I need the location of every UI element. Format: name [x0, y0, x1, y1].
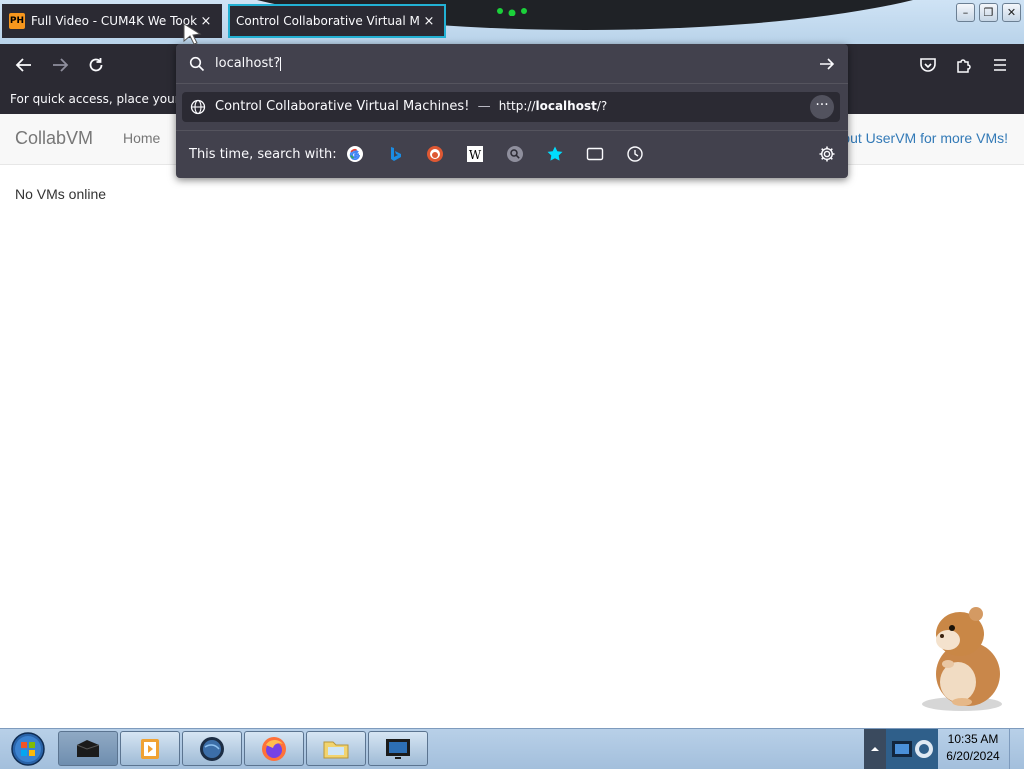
puzzle-icon — [957, 59, 971, 73]
history-icon — [627, 146, 643, 162]
bookmarks-icon — [547, 146, 563, 161]
taskbar-app-explorer[interactable] — [306, 731, 366, 766]
network-icon[interactable] — [886, 729, 938, 769]
clock-date: 6/20/2024 — [946, 749, 1000, 763]
text-caret — [280, 56, 282, 71]
dropdown-divider — [176, 130, 848, 131]
vm-status-text: No VMs online — [15, 186, 107, 202]
tab-title: Control Collaborative Virtual Machi — [236, 14, 420, 28]
black-box-app-icon — [76, 739, 100, 757]
globe-icon — [190, 99, 206, 115]
uservm-link[interactable]: out UserVM for more VMs! — [842, 130, 1008, 146]
hamster-mascot-image — [922, 607, 1002, 711]
search-icon — [189, 56, 205, 72]
menu-button[interactable] — [989, 54, 1011, 76]
duckduckgo-icon — [427, 146, 443, 162]
gear-icon — [819, 146, 835, 162]
taskbar-app-terminal[interactable] — [58, 731, 118, 766]
hamburger-menu-icon — [994, 59, 1006, 71]
suggestion-separator: — — [477, 99, 491, 114]
search-settings-button[interactable] — [816, 143, 838, 165]
taskbar-app-firefox[interactable] — [244, 731, 304, 766]
suggestion-title: Control Collaborative Virtual Machines! — [215, 99, 470, 114]
pocket-icon — [920, 58, 936, 72]
google-icon — [347, 146, 363, 162]
back-button[interactable] — [13, 54, 35, 76]
extensions-button[interactable] — [953, 54, 975, 76]
history-search-button[interactable] — [624, 143, 646, 165]
search-engine-icon — [507, 146, 523, 162]
google-search-button[interactable] — [344, 143, 366, 165]
bing-search-button[interactable] — [384, 143, 406, 165]
taskbar-app-remote-desktop[interactable] — [368, 731, 428, 766]
other-search-button[interactable] — [504, 143, 526, 165]
bookmarks-search-button[interactable] — [544, 143, 566, 165]
media-player-icon — [141, 738, 159, 759]
urlbar-dropdown: localhost? Control Collaborative Virtual… — [176, 44, 848, 178]
more-options-button[interactable]: ··· — [810, 95, 834, 119]
tray-overflow-button[interactable] — [864, 729, 886, 769]
url-input-value: localhost? — [215, 56, 281, 71]
go-arrow-icon[interactable] — [818, 56, 836, 72]
tabs-search-button[interactable] — [584, 143, 606, 165]
tabs-icon — [586, 147, 604, 161]
clock-time: 10:35 AM — [947, 732, 999, 746]
taskbar-clock[interactable]: 10:35 AM 6/20/2024 — [938, 731, 1008, 767]
dark-globe-app-icon — [200, 736, 224, 761]
folder-icon — [323, 741, 349, 758]
forward-arrow-icon — [53, 58, 69, 72]
restore-button[interactable]: ❐ — [979, 3, 998, 22]
search-with-label: This time, search with: — [189, 147, 337, 162]
ph-site-icon: PH — [9, 13, 25, 29]
tab-strip: PH Full Video - CUM4K We Took C × Contro… — [0, 0, 1024, 44]
windows-start-icon — [11, 732, 45, 766]
url-suggestion-row[interactable]: Control Collaborative Virtual Machines! … — [182, 92, 840, 122]
chevron-up-icon — [871, 747, 879, 751]
suggestion-url-suffix: /? — [596, 99, 608, 113]
back-arrow-icon — [15, 58, 31, 72]
taskbar: 10:35 AM 6/20/2024 — [0, 728, 1024, 769]
close-window-button[interactable]: ✕ — [1002, 3, 1021, 22]
wikipedia-search-button[interactable]: W — [464, 143, 486, 165]
duckduckgo-search-button[interactable] — [424, 143, 446, 165]
show-desktop-button[interactable] — [1009, 729, 1024, 769]
pocket-button[interactable] — [917, 54, 939, 76]
bing-icon — [391, 147, 401, 161]
site-brand[interactable]: CollabVM — [15, 128, 93, 149]
tab-close-icon[interactable]: × — [420, 14, 438, 29]
wikipedia-icon: W — [467, 146, 483, 162]
forward-button[interactable] — [49, 54, 71, 76]
taskbar-app-media-player[interactable] — [120, 731, 180, 766]
url-input[interactable]: localhost? — [176, 44, 848, 84]
minimize-button[interactable]: – — [956, 3, 975, 22]
suggestion-url-host: localhost — [535, 99, 597, 113]
svg-text:W: W — [469, 148, 482, 162]
start-button[interactable] — [4, 730, 48, 768]
nav-home-link[interactable]: Home — [123, 130, 160, 146]
reload-button[interactable] — [85, 54, 107, 76]
mouse-cursor-icon — [183, 23, 202, 45]
suggestion-url-prefix: http:// — [498, 99, 536, 113]
reload-icon — [89, 58, 103, 72]
tab-collabvm[interactable]: Control Collaborative Virtual Machi × — [228, 4, 446, 38]
system-tray — [886, 729, 938, 769]
green-lights-decoration — [497, 8, 527, 16]
tab-title: Full Video - CUM4K We Took C — [31, 14, 197, 28]
monitor-icon — [386, 738, 410, 759]
firefox-icon — [262, 736, 286, 761]
taskbar-app-globe[interactable] — [182, 731, 242, 766]
